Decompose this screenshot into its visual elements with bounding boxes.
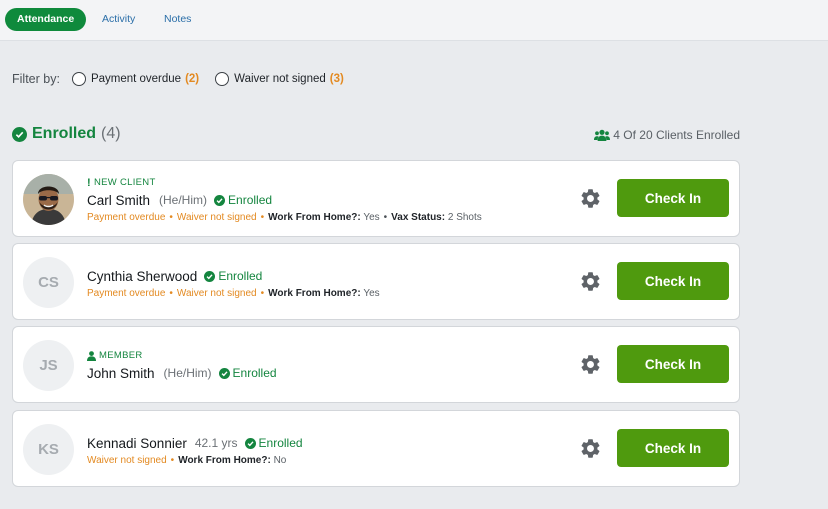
- gear-icon[interactable]: [579, 187, 602, 210]
- enrolled-title: Enrolled: [32, 125, 97, 142]
- radio-circle-icon[interactable]: [71, 72, 86, 86]
- avatar[interactable]: [23, 174, 74, 225]
- person-icon: [87, 351, 96, 361]
- avatar[interactable]: CS: [23, 257, 74, 308]
- radio-circle-icon[interactable]: [215, 72, 230, 86]
- warning-payment-overdue: Payment overdue: [87, 288, 166, 299]
- status-badge: Enrolled: [204, 269, 262, 283]
- client-card: JS MEMBER John Smith (He/Him) Enrolled C…: [12, 326, 740, 403]
- separator-dot: •: [170, 455, 175, 466]
- client-card: ! NEW CLIENT Carl Smith (He/Him) Enrolle…: [12, 160, 740, 237]
- warning-waiver-not-signed: Waiver not signed: [87, 455, 167, 466]
- clients-enrolled-summary: 4 Of 20 Clients Enrolled: [594, 128, 740, 142]
- filter-option-label: Waiver not signed: [234, 73, 326, 85]
- client-pronouns: (He/Him): [159, 193, 208, 207]
- filter-option-count: (2): [185, 73, 200, 85]
- client-info: MEMBER John Smith (He/Him) Enrolled: [87, 350, 277, 382]
- gear-icon[interactable]: [579, 270, 602, 293]
- tab-notes[interactable]: Notes: [164, 8, 191, 31]
- status-badge: Enrolled: [214, 193, 272, 207]
- filter-waiver-not-signed-radio[interactable]: Waiver not signed (3): [215, 72, 344, 86]
- status-badge: Enrolled: [218, 366, 277, 380]
- field-key: Work From Home?:: [268, 212, 361, 223]
- check-in-button[interactable]: Check In: [617, 429, 729, 467]
- field-value: Yes: [363, 288, 380, 299]
- check-in-button[interactable]: Check In: [617, 345, 729, 383]
- client-details: Waiver not signed • Work From Home?: No: [87, 454, 303, 467]
- tab-activity[interactable]: Activity: [102, 8, 135, 31]
- check-in-button[interactable]: Check In: [617, 262, 729, 300]
- client-details: Payment overdue • Waiver not signed • Work F…: [87, 287, 380, 300]
- filter-option-count: (3): [329, 73, 344, 85]
- group-icon: [594, 129, 611, 141]
- client-info: ! NEW CLIENT Carl Smith (He/Him) Enrolle…: [87, 177, 482, 224]
- check-circle-icon: [244, 437, 256, 449]
- member-tag: MEMBER: [87, 350, 277, 362]
- client-card: KS Kennadi Sonnier 42.1 yrs Enrolled Wai…: [12, 410, 740, 487]
- filter-label: Filter by:: [12, 72, 60, 86]
- check-in-button[interactable]: Check In: [617, 179, 729, 217]
- status-label: Enrolled: [228, 193, 273, 207]
- gear-icon[interactable]: [579, 437, 602, 460]
- separator-dot: •: [260, 212, 265, 223]
- field-key: Work From Home?:: [268, 288, 361, 299]
- client-details: Payment overdue • Waiver not signed • Work F…: [87, 211, 482, 224]
- check-circle-icon: [204, 270, 216, 282]
- status-label: Enrolled: [218, 269, 263, 283]
- client-name[interactable]: Carl Smith: [87, 193, 150, 208]
- gear-icon[interactable]: [579, 353, 602, 376]
- client-name[interactable]: Cynthia Sherwood: [87, 269, 197, 284]
- tag-label: NEW CLIENT: [93, 177, 156, 188]
- client-name[interactable]: Kennadi Sonnier: [87, 436, 187, 451]
- new-client-tag: ! NEW CLIENT: [87, 177, 482, 189]
- check-circle-icon: [214, 194, 226, 206]
- client-info: Cynthia Sherwood Enrolled Payment overdu…: [87, 265, 380, 300]
- filter-payment-overdue-radio[interactable]: Payment overdue (2): [71, 72, 200, 86]
- status-badge: Enrolled: [244, 436, 303, 450]
- client-card: CS Cynthia Sherwood Enrolled Payment ove…: [12, 243, 740, 320]
- avatar[interactable]: JS: [23, 340, 74, 391]
- field-key: Vax Status:: [391, 212, 446, 223]
- client-info: Kennadi Sonnier 42.1 yrs Enrolled Waiver…: [87, 432, 303, 467]
- clients-enrolled-text: 4 Of 20 Clients Enrolled: [613, 128, 740, 142]
- warning-payment-overdue: Payment overdue: [87, 212, 166, 223]
- check-circle-icon: [12, 126, 27, 142]
- separator-dot: •: [260, 288, 265, 299]
- warning-waiver-not-signed: Waiver not signed: [176, 288, 257, 299]
- field-key: Work From Home?:: [178, 455, 271, 466]
- field-value: No: [273, 455, 287, 466]
- field-value: 2 Shots: [447, 212, 482, 223]
- separator-dot: •: [169, 212, 173, 223]
- separator-dot: •: [169, 288, 173, 299]
- client-photo: [23, 174, 74, 225]
- tag-label: MEMBER: [99, 350, 143, 361]
- avatar[interactable]: KS: [23, 424, 74, 475]
- filter-bar: Filter by: Payment overdue (2) Waiver no…: [12, 70, 360, 88]
- separator-dot: •: [383, 212, 388, 223]
- tab-attendance[interactable]: Attendance: [5, 8, 87, 31]
- field-value: Yes: [363, 212, 380, 223]
- exclamation-icon: !: [87, 177, 91, 189]
- enrolled-section-header: Enrolled (4): [12, 125, 121, 143]
- status-label: Enrolled: [232, 366, 277, 380]
- filter-option-label: Payment overdue: [90, 73, 182, 85]
- client-name[interactable]: John Smith: [87, 366, 155, 381]
- client-pronouns: (He/Him): [163, 366, 212, 380]
- status-label: Enrolled: [258, 436, 303, 450]
- client-age: 42.1 yrs: [194, 436, 238, 450]
- check-circle-icon: [218, 367, 230, 379]
- enrolled-count: (4): [101, 125, 121, 142]
- tab-bar: Attendance Activity Notes: [0, 0, 828, 41]
- warning-waiver-not-signed: Waiver not signed: [176, 212, 257, 223]
